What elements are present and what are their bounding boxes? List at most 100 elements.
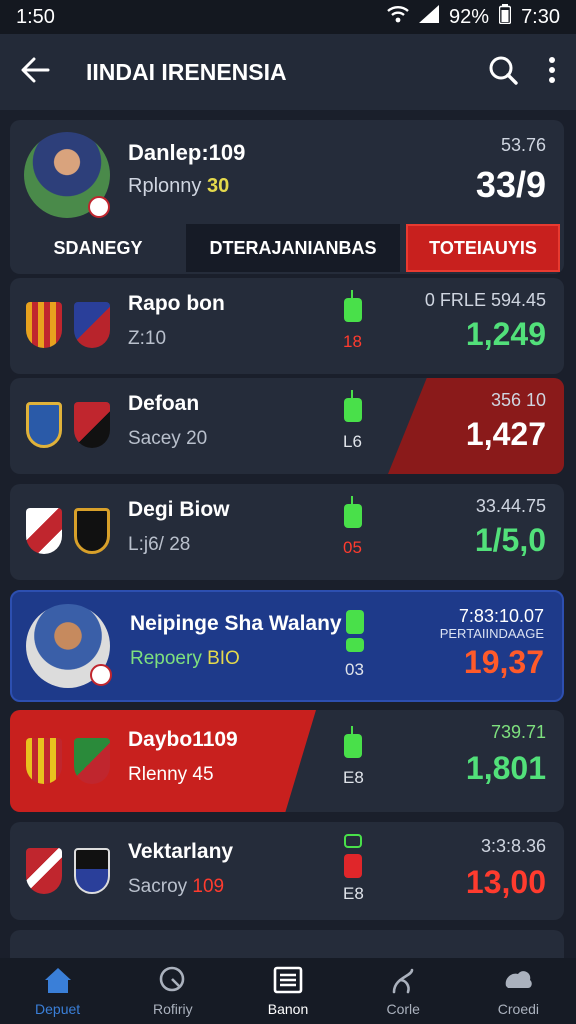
match-name: Rapo bon xyxy=(128,292,225,315)
player-sub-value: 30 xyxy=(206,175,230,197)
match-stat-big: 1,427 xyxy=(465,416,546,452)
match-stat-big: 1,249 xyxy=(465,316,546,352)
player-name: Danlep:109 xyxy=(128,140,246,165)
match-stat-big: 13,00 xyxy=(465,864,546,900)
nav-label-home: Depuet xyxy=(35,1000,81,1017)
nav-label-search: Rofiriy xyxy=(152,1000,193,1017)
search-icon[interactable] xyxy=(488,55,518,90)
trend-indicator: 03 xyxy=(345,610,364,680)
trend-value: E8 xyxy=(343,884,364,903)
cloud-icon xyxy=(502,966,534,997)
match-stat-small: 0 FRLE 594.45 xyxy=(424,290,546,310)
trend-indicator: E8 xyxy=(343,834,364,904)
match-name: Defoan xyxy=(128,392,200,415)
bottom-nav: Depuet Rofiriy Banon Corle Croedi xyxy=(0,958,576,1024)
match-sub: Z:10 xyxy=(128,328,167,349)
trend-value: L6 xyxy=(343,432,362,451)
trend-indicator: E8 xyxy=(343,726,364,796)
away-crest-icon xyxy=(74,402,110,448)
app-bar: IINDAI IRENENSIA xyxy=(0,34,576,110)
trend-indicator: 05 xyxy=(343,496,362,566)
trend-value: E8 xyxy=(343,768,364,787)
list-item[interactable]: Neipinge Sha Walany Repoery BIO 03 7:83:… xyxy=(10,590,564,702)
match-sub: Sacroy 109 xyxy=(128,876,224,898)
nav-more[interactable]: Croedi xyxy=(461,958,576,1024)
player-sub: Rplonny 30 xyxy=(128,175,229,198)
trend-value: 18 xyxy=(343,332,362,351)
nav-search[interactable]: Rofiriy xyxy=(115,958,230,1024)
trend-indicator: L6 xyxy=(343,390,362,460)
home-crest-icon xyxy=(26,848,62,894)
status-time-left: 1:50 xyxy=(16,5,55,28)
tab-dterajanianbas[interactable]: DTERAJANIANBAS xyxy=(186,224,400,272)
match-sub-value: 109 xyxy=(192,876,225,897)
list-item[interactable]: Rapo bon Z:10 18 0 FRLE 594.45 1,249 xyxy=(10,278,564,374)
player-sub-value: BIO xyxy=(207,648,240,669)
nav-label-profile: Corle xyxy=(386,1000,420,1017)
home-crest-icon xyxy=(26,738,62,784)
club-badge-icon xyxy=(88,196,110,218)
match-stat-small: 739.71 xyxy=(490,722,546,742)
more-vert-icon[interactable] xyxy=(548,56,556,89)
signal-icon xyxy=(419,5,440,29)
back-arrow-icon[interactable] xyxy=(20,57,50,88)
list-item[interactable]: Daybo1109 Rlenny 45 E8 739.71 1,801 xyxy=(10,710,564,812)
profile-icon xyxy=(388,966,418,997)
away-crest-icon xyxy=(74,508,110,554)
tab-toteiauyis[interactable]: TOTEIAUYIS xyxy=(406,224,560,272)
trend-value: 05 xyxy=(343,538,362,557)
club-badge-icon xyxy=(90,664,112,686)
match-stat-big: 1,801 xyxy=(465,750,546,786)
player-stat-big: 19,37 xyxy=(463,644,544,680)
away-crest-icon xyxy=(74,848,110,894)
nav-label-news: Banon xyxy=(267,1000,309,1017)
match-stat-small: 3:3:8.36 xyxy=(480,836,546,856)
player-stat-big: 33/9 xyxy=(475,164,546,205)
player-stat-small: 53.76 xyxy=(500,135,546,155)
status-bar: 1:50 92% 7:30 xyxy=(0,0,576,34)
match-name: Daybo1109 xyxy=(128,728,238,751)
match-sub: Rlenny 45 xyxy=(128,764,214,785)
page-title: IINDAI IRENENSIA xyxy=(86,58,287,85)
match-sub: L:j6/ 28 xyxy=(128,534,191,555)
match-stat-small: 33.44.75 xyxy=(475,496,546,516)
news-icon xyxy=(273,966,303,997)
trend-indicator: 18 xyxy=(343,290,362,360)
battery-icon xyxy=(498,4,512,30)
match-stat-small: 356 10 xyxy=(490,390,546,410)
player-name: Neipinge Sha Walany xyxy=(130,612,342,635)
tab-bar: SDANEGY DTERAJANIANBAS TOTEIAUYIS xyxy=(10,224,564,272)
home-crest-icon xyxy=(26,508,62,554)
featured-player-card[interactable]: Danlep:109 Rplonny 30 53.76 33/9 SDANEGY… xyxy=(10,120,564,274)
away-crest-icon xyxy=(74,738,110,784)
home-crest-icon xyxy=(26,302,62,348)
list-item[interactable]: Vektarlany Sacroy 109 E8 3:3:8.36 13,00 xyxy=(10,822,564,920)
player-list: Danlep:109 Rplonny 30 53.76 33/9 SDANEGY… xyxy=(0,110,576,958)
player-stat-label: PERTAIINDAAGE xyxy=(439,626,544,641)
nav-news[interactable]: Banon xyxy=(230,958,345,1024)
battery-percent: 92% xyxy=(449,5,490,28)
nav-profile[interactable]: Corle xyxy=(346,958,461,1024)
player-sub-label: Rplonny xyxy=(128,175,202,197)
home-crest-icon xyxy=(26,402,62,448)
nav-label-more: Croedi xyxy=(497,1000,540,1017)
list-item[interactable] xyxy=(10,930,564,958)
home-icon xyxy=(43,966,73,997)
match-stat-big: 1/5,0 xyxy=(474,522,546,558)
away-crest-icon xyxy=(74,302,110,348)
wifi-icon xyxy=(387,5,409,29)
player-sub: Repoery BIO xyxy=(130,648,240,670)
status-time-right: 7:30 xyxy=(521,5,560,28)
player-stat-small: 7:83:10.07 xyxy=(458,606,544,626)
tab-sdanegy[interactable]: SDANEGY xyxy=(10,224,186,272)
trend-value: 03 xyxy=(345,660,364,679)
search-icon xyxy=(158,966,188,997)
player-sub-label: Repoery xyxy=(130,648,202,669)
match-name: Degi Biow xyxy=(128,498,230,521)
list-item[interactable]: Degi Biow L:j6/ 28 05 33.44.75 1/5,0 xyxy=(10,484,564,580)
match-sub: Sacey 20 xyxy=(128,428,208,449)
match-name: Vektarlany xyxy=(128,840,234,863)
match-sub-label: Sacroy xyxy=(128,876,188,897)
list-item[interactable]: Defoan Sacey 20 L6 356 10 1,427 xyxy=(10,378,564,474)
nav-home[interactable]: Depuet xyxy=(0,958,115,1024)
